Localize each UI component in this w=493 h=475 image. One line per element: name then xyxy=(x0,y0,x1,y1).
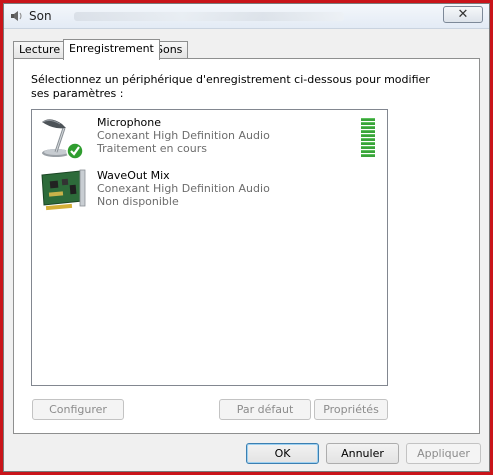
recording-panel: Sélectionnez un périphérique d'enregistr… xyxy=(13,58,480,434)
properties-button[interactable]: Propriétés xyxy=(314,399,388,420)
set-default-button[interactable]: Par défaut xyxy=(219,399,311,420)
speaker-icon xyxy=(11,11,22,21)
level-bar xyxy=(361,150,375,153)
tab-label: Lecture xyxy=(19,43,61,56)
tab-lecture[interactable]: Lecture xyxy=(13,41,67,58)
tab-enregistrement[interactable]: Enregistrement xyxy=(63,39,160,60)
level-bar xyxy=(361,118,375,121)
tab-label: Sons xyxy=(156,43,183,56)
close-icon: ✕ xyxy=(457,7,469,22)
close-button[interactable]: ✕ xyxy=(443,6,483,23)
level-bar xyxy=(361,146,375,149)
device-status: Traitement en cours xyxy=(97,142,208,155)
level-bar xyxy=(361,154,375,157)
title-bar[interactable]: Son ✕ xyxy=(4,4,489,29)
level-bar xyxy=(361,130,375,133)
microphone-icon xyxy=(42,119,84,160)
level-bar xyxy=(361,142,375,145)
level-bar xyxy=(361,134,375,137)
cancel-button[interactable]: Annuler xyxy=(326,443,399,464)
device-driver: Conexant High Definition Audio xyxy=(97,182,270,195)
level-bar xyxy=(361,122,375,125)
device-driver: Conexant High Definition Audio xyxy=(97,129,270,142)
device-name: Microphone xyxy=(97,116,162,129)
apply-button[interactable]: Appliquer xyxy=(406,443,481,464)
device-item-microphone[interactable]: Microphone Conexant High Definition Audi… xyxy=(32,112,387,162)
device-name: WaveOut Mix xyxy=(97,169,170,182)
device-status: Non disponible xyxy=(97,195,179,208)
tab-label: Enregistrement xyxy=(69,42,154,55)
sound-card-icon xyxy=(41,169,86,211)
level-meter xyxy=(361,118,375,160)
configure-button[interactable]: Configurer xyxy=(32,399,124,420)
blurred-title-area xyxy=(74,12,344,21)
device-item-waveout-mix[interactable]: WaveOut Mix Conexant High Definition Aud… xyxy=(32,165,387,215)
sound-dialog: Son ✕ Lecture Enregistrement Sons Sélect… xyxy=(3,3,490,472)
device-list[interactable]: Microphone Conexant High Definition Audi… xyxy=(31,109,388,386)
instructions-text: Sélectionnez un périphérique d'enregistr… xyxy=(31,73,430,100)
level-bar xyxy=(361,126,375,129)
ok-button[interactable]: OK xyxy=(246,443,319,464)
window-title: Son xyxy=(29,9,52,23)
level-bar xyxy=(361,138,375,141)
